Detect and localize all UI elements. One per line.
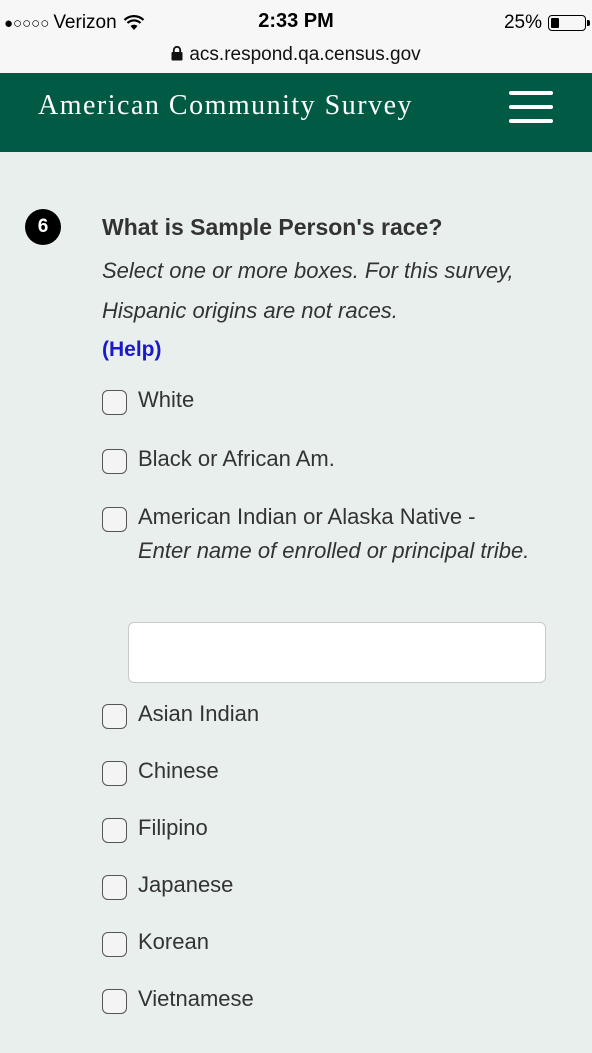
option-label: Black or African Am. [138,446,335,471]
hamburger-menu-icon [509,105,553,109]
checkbox[interactable] [102,989,127,1014]
hamburger-menu-icon [509,119,553,123]
question-title: What is Sample Person's race? [102,214,443,240]
checkbox[interactable] [102,932,127,957]
checkbox[interactable] [102,449,127,474]
menu-button[interactable] [509,91,555,125]
tribe-name-input[interactable] [128,622,546,683]
help-link[interactable]: (Help) [102,338,162,362]
option-label: Japanese [138,872,234,897]
checkbox[interactable] [102,390,127,415]
battery-nub [587,20,590,26]
status-bar: ●○○○○ Verizon 2:33 PM 25% acs.respond.qa… [0,0,592,84]
option-label: White [138,387,195,412]
option-label: Filipino [138,815,208,840]
status-row: ●○○○○ Verizon 2:33 PM 25% [0,8,592,38]
checkbox[interactable] [102,507,127,532]
question-number-badge: 6 [25,209,61,245]
battery-icon [548,15,590,31]
site-title: American Community Survey [38,90,414,121]
battery-level [551,18,559,28]
battery-info: 25% [503,12,590,34]
hamburger-menu-icon [509,91,553,95]
app-header: American Community Survey [0,73,592,152]
question-instruction: Select one or more boxes. For this surve… [102,258,514,323]
checkbox[interactable] [102,704,127,729]
option-label: Vietnamese [138,986,254,1011]
address-bar[interactable]: acs.respond.qa.census.gov [0,44,592,66]
url-text: acs.respond.qa.census.gov [189,44,421,65]
checkbox[interactable] [102,875,127,900]
option-instruction: Enter name of enrolled or principal trib… [138,538,530,563]
option-label: Asian Indian [138,701,260,726]
checkbox[interactable] [102,818,127,843]
option-label: American Indian or Alaska Native - [138,504,476,529]
option-label: Chinese [138,758,219,783]
lock-icon [171,46,183,61]
battery-percent: 25% [503,12,542,33]
option-label: Korean [138,929,209,954]
checkbox[interactable] [102,761,127,786]
